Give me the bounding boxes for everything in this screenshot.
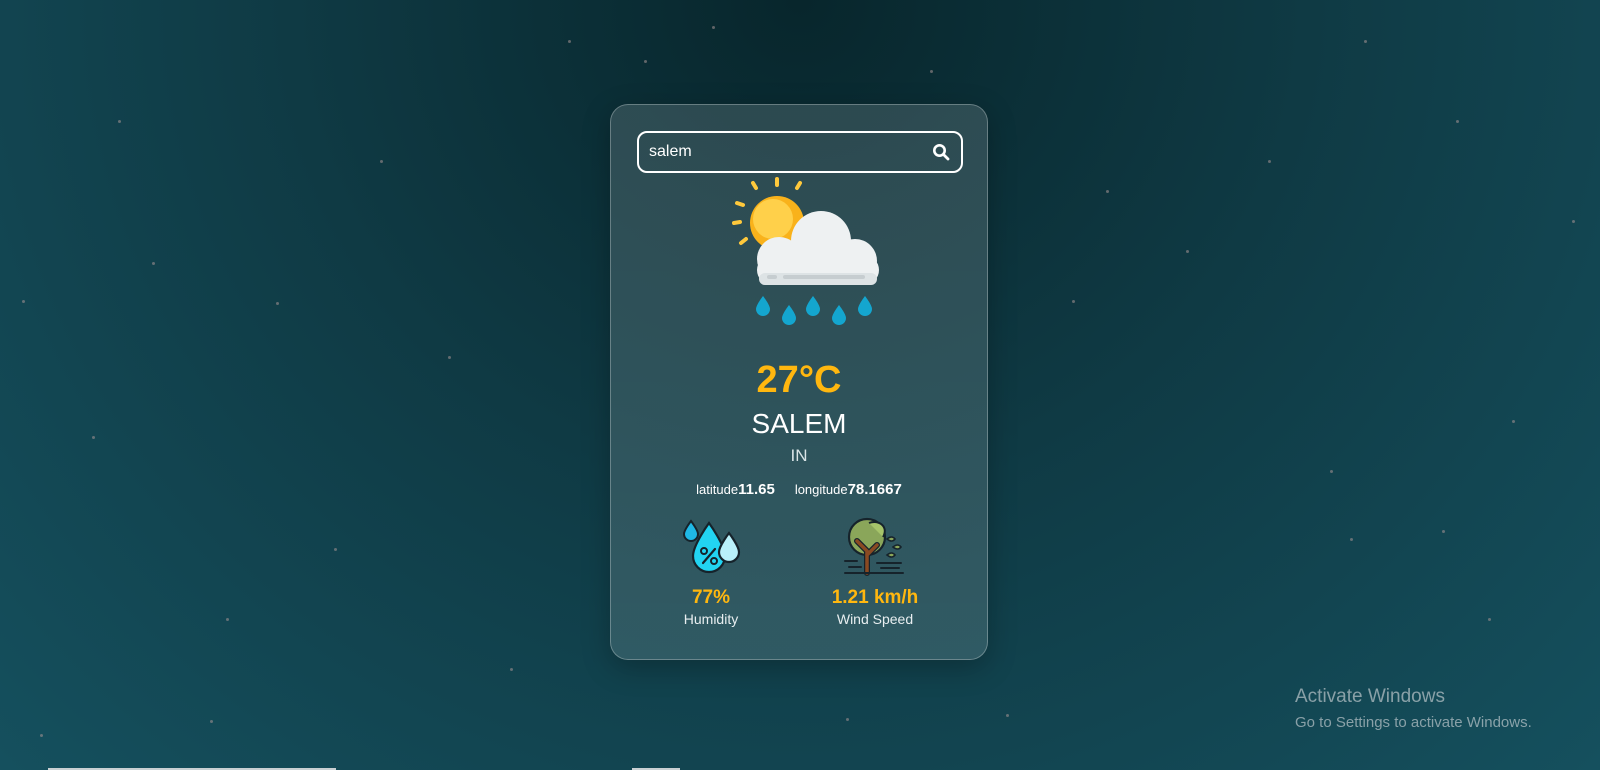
windy-tree-icon [843,515,907,579]
search-input[interactable] [639,133,921,171]
watermark-subtitle: Go to Settings to activate Windows. [1295,714,1532,731]
wind-speed-label: Wind Speed [836,611,914,627]
humidity-stat: 77% Humidity [636,515,786,627]
country-code: IN [790,446,808,465]
longitude-label: longitude [794,482,848,497]
latitude: latitude11.65 [696,481,775,499]
longitude-value: 78.1667 [847,481,902,498]
humidity-value: 77% [691,587,731,608]
activate-windows-watermark: Activate Windows Go to Settings to activ… [1295,686,1532,731]
search-icon [933,144,950,161]
humidity-drops-icon [679,515,743,579]
coordinates: latitude11.65 longitude78.1667 [611,481,987,499]
watermark-title: Activate Windows [1295,686,1445,707]
search-box [637,131,963,173]
weather-card: 27°C SALEM IN latitude11.65 longitude78.… [610,104,988,660]
wind-speed-value: 1.21 km/h [831,587,919,608]
sun-cloud-rain-icon [723,177,883,337]
wind-speed-stat: 1.21 km/h Wind Speed [800,515,950,627]
latitude-label: latitude [696,482,739,497]
humidity-label: Humidity [683,611,739,627]
latitude-value: 11.65 [738,481,775,498]
longitude: longitude78.1667 [795,481,902,499]
city-name: SALEM [751,408,847,439]
search-button[interactable] [921,133,961,171]
temperature: 27°C [756,359,842,401]
